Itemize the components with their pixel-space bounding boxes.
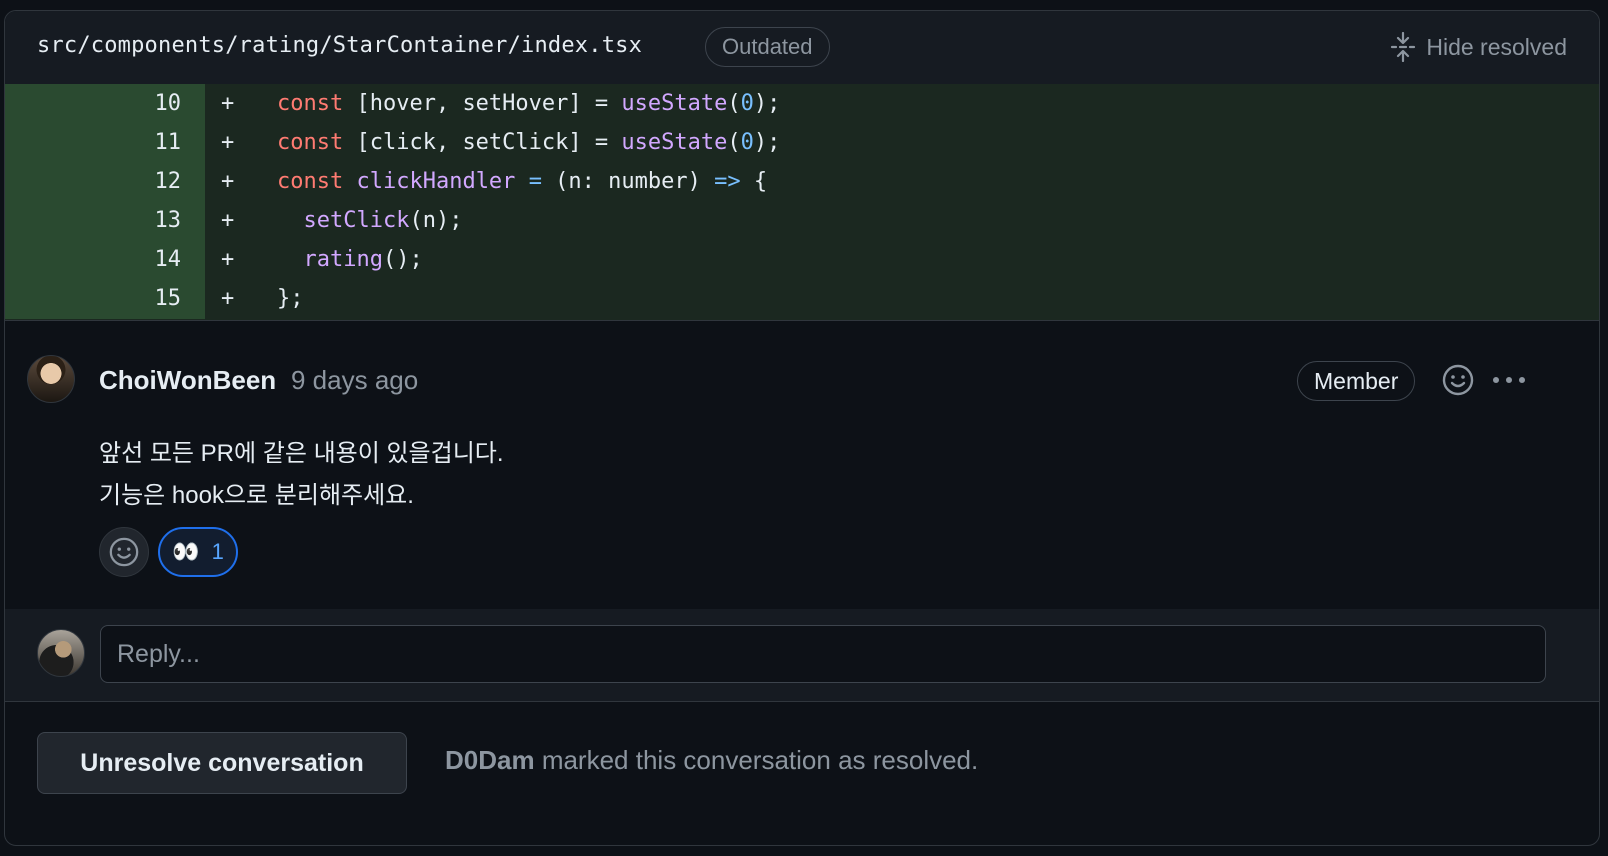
comment-body: 앞선 모든 PR에 같은 내용이 있을겁니다. 기능은 hook으로 분리해주세…: [99, 433, 504, 517]
avatar[interactable]: [27, 355, 75, 403]
reply-area: [5, 609, 1599, 702]
added-marker: +: [221, 208, 235, 233]
diff-line: 13 + setClick(n);: [5, 201, 1599, 241]
avatar: [37, 629, 85, 677]
comment-author-link[interactable]: ChoiWonBeen: [99, 365, 276, 396]
resolver-link[interactable]: D0Dam: [445, 745, 535, 775]
line-number: 15: [5, 279, 205, 319]
added-marker: +: [221, 91, 235, 116]
diff-line: 10 + const [hover, setHover] = useState(…: [5, 84, 1599, 124]
comment-body-line: 기능은 hook으로 분리해주세요.: [99, 482, 414, 509]
kebab-horizontal-icon: [1493, 377, 1525, 383]
line-number: 14: [5, 240, 205, 280]
line-number: 11: [5, 123, 205, 163]
line-number: 12: [5, 162, 205, 202]
review-thread: src/components/rating/StarContainer/inde…: [4, 10, 1600, 846]
added-marker: +: [221, 247, 235, 272]
smiley-icon: [1442, 364, 1474, 396]
member-badge: Member: [1297, 361, 1416, 401]
fold-icon: [1390, 32, 1416, 62]
added-marker: +: [221, 169, 235, 194]
thread-header: src/components/rating/StarContainer/inde…: [5, 11, 1599, 84]
code-line: const [hover, setHover] = useState(0);: [277, 91, 781, 116]
code-line: const [click, setClick] = useState(0);: [277, 130, 781, 155]
comment-body-line: 앞선 모든 PR에 같은 내용이 있을겁니다.: [99, 440, 504, 467]
line-number: 10: [5, 84, 205, 124]
file-path-link[interactable]: src/components/rating/StarContainer/inde…: [37, 33, 642, 58]
comment-timestamp-link[interactable]: 9 days ago: [291, 365, 418, 396]
eyes-icon: 👀: [172, 539, 200, 564]
added-marker: +: [221, 130, 235, 155]
smiley-icon: [109, 537, 139, 567]
reaction-count: 1: [211, 539, 224, 564]
diff-line: 14 + rating();: [5, 240, 1599, 280]
diff-line: 12 + const clickHandler = (n: number) =>…: [5, 162, 1599, 202]
hide-resolved-label: Hide resolved: [1426, 33, 1567, 60]
code-line: rating();: [303, 247, 423, 272]
resolved-text: marked this conversation as resolved.: [534, 745, 979, 775]
comment-options-button[interactable]: [1489, 365, 1529, 395]
code-line: const clickHandler = (n: number) => {: [277, 169, 768, 194]
unresolve-conversation-button[interactable]: Unresolve conversation: [37, 732, 407, 794]
add-reaction-button[interactable]: [99, 527, 149, 577]
code-line: };: [277, 286, 304, 311]
comment: ChoiWonBeen 9 days ago Member 앞선 모든 PR에 …: [5, 321, 1599, 610]
resolved-status: D0Dam marked this conversation as resolv…: [445, 745, 978, 776]
reply-input[interactable]: [100, 625, 1546, 683]
code-line: setClick(n);: [303, 208, 463, 233]
outdated-badge: Outdated: [705, 27, 830, 67]
diff-line: 15 + };: [5, 279, 1599, 319]
reaction-eyes-button[interactable]: 👀 1: [158, 527, 238, 577]
add-reaction-button[interactable]: [1441, 363, 1475, 397]
line-number: 13: [5, 201, 205, 241]
hide-resolved-button[interactable]: Hide resolved: [1390, 29, 1567, 65]
diff-snippet: 10 + const [hover, setHover] = useState(…: [5, 84, 1599, 321]
added-marker: +: [221, 286, 235, 311]
diff-line: 11 + const [click, setClick] = useState(…: [5, 123, 1599, 163]
